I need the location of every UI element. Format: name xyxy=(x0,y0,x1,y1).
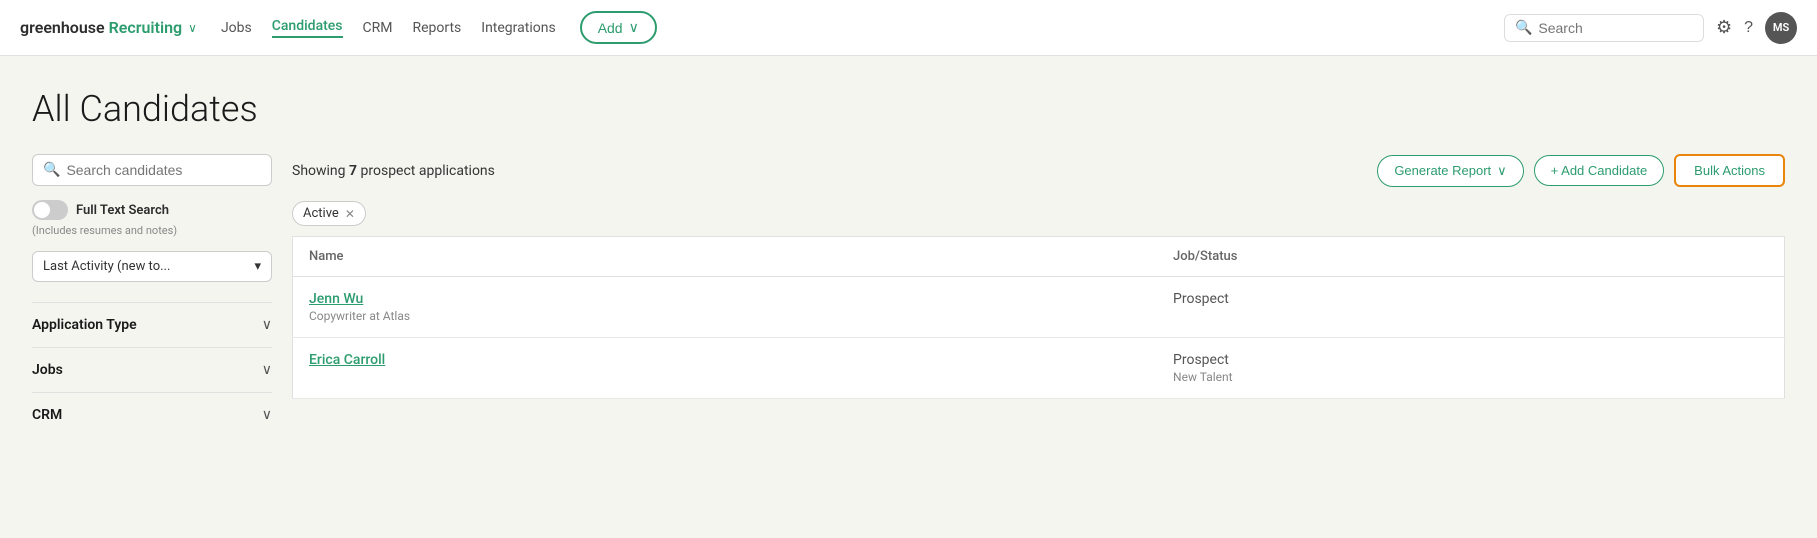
candidates-table: Name Job/Status Jenn Wu Copywriter at At… xyxy=(292,236,1785,399)
search-icon: 🔍 xyxy=(1515,20,1532,36)
filter-application-type: Application Type ∨ xyxy=(32,302,272,347)
filter-jobs-chevron-icon: ∨ xyxy=(262,362,272,378)
add-button[interactable]: Add ∨ xyxy=(580,11,657,44)
nav-crm[interactable]: CRM xyxy=(363,20,393,36)
brand-chevron-icon[interactable]: ∨ xyxy=(188,21,197,35)
col-job-status-header: Job/Status xyxy=(1157,237,1784,277)
content-area: 🔍 Full Text Search (Includes resumes and… xyxy=(32,154,1785,437)
candidate-name-cell: Erica Carroll xyxy=(293,338,1158,399)
candidates-tbody: Jenn Wu Copywriter at Atlas Prospect Eri… xyxy=(293,277,1785,399)
active-filter-remove-icon[interactable]: ✕ xyxy=(345,207,355,221)
sort-chevron-icon: ▾ xyxy=(254,259,261,274)
table-row: Jenn Wu Copywriter at Atlas Prospect xyxy=(293,277,1785,338)
help-icon[interactable]: ? xyxy=(1744,19,1753,37)
nav-links: Jobs Candidates CRM Reports Integrations xyxy=(221,18,556,38)
candidate-name-link[interactable]: Jenn Wu xyxy=(309,291,1141,307)
candidate-sub-label: Copywriter at Atlas xyxy=(309,309,1141,323)
candidate-status-sub: New Talent xyxy=(1173,370,1768,384)
candidate-status-cell: Prospect New Talent xyxy=(1157,338,1784,399)
full-text-sublabel: (Includes resumes and notes) xyxy=(32,224,272,237)
filter-jobs: Jobs ∨ xyxy=(32,347,272,392)
filter-jobs-header[interactable]: Jobs ∨ xyxy=(32,362,272,378)
showing-suffix: prospect applications xyxy=(357,163,495,179)
add-candidate-label: + Add Candidate xyxy=(1551,163,1648,178)
main-content: Showing 7 prospect applications Generate… xyxy=(292,154,1785,437)
global-search-box: 🔍 xyxy=(1504,14,1704,42)
page-content: All Candidates 🔍 Full Text Search (Inclu… xyxy=(0,56,1817,437)
toolbar-actions: Generate Report ∨ + Add Candidate Bulk A… xyxy=(1377,154,1785,187)
sort-select[interactable]: Last Activity (new to... ▾ xyxy=(32,251,272,282)
add-chevron-icon: ∨ xyxy=(629,19,639,36)
filter-crm-label: CRM xyxy=(32,407,62,423)
table-row: Erica Carroll Prospect New Talent xyxy=(293,338,1785,399)
brand-recruiting-text: Recruiting xyxy=(109,18,183,37)
search-candidates-input[interactable] xyxy=(66,162,261,178)
filter-application-type-chevron-icon: ∨ xyxy=(262,317,272,333)
full-text-toggle[interactable] xyxy=(32,200,68,220)
settings-icon[interactable]: ⚙ xyxy=(1716,17,1732,38)
candidate-search-box: 🔍 xyxy=(32,154,272,186)
filter-crm-chevron-icon: ∨ xyxy=(262,407,272,423)
brand-greenhouse-text: greenhouse xyxy=(20,18,105,37)
active-filter-tag: Active ✕ xyxy=(292,201,366,226)
main-toolbar: Showing 7 prospect applications Generate… xyxy=(292,154,1785,187)
bulk-actions-label: Bulk Actions xyxy=(1694,163,1765,178)
add-button-label: Add xyxy=(598,20,623,36)
generate-report-button[interactable]: Generate Report ∨ xyxy=(1377,155,1523,187)
showing-count: 7 xyxy=(349,163,357,179)
nav-candidates[interactable]: Candidates xyxy=(272,18,343,38)
active-filter-tags: Active ✕ xyxy=(292,201,1785,226)
full-text-label: Full Text Search xyxy=(76,203,169,218)
nav-right: 🔍 ⚙ ? MS xyxy=(1504,12,1797,44)
top-navigation: greenhouse Recruiting ∨ Jobs Candidates … xyxy=(0,0,1817,56)
sort-label: Last Activity (new to... xyxy=(43,259,170,274)
search-candidates-icon: 🔍 xyxy=(43,162,60,178)
generate-report-chevron-icon: ∨ xyxy=(1497,163,1507,179)
add-candidate-button[interactable]: + Add Candidate xyxy=(1534,155,1665,186)
nav-jobs[interactable]: Jobs xyxy=(221,20,252,36)
active-filter-tag-label: Active xyxy=(303,206,339,221)
avatar[interactable]: MS xyxy=(1765,12,1797,44)
candidate-status: Prospect xyxy=(1173,291,1768,307)
showing-prefix: Showing xyxy=(292,163,349,179)
brand-logo: greenhouse Recruiting ∨ xyxy=(20,18,197,37)
toggle-knob xyxy=(34,202,50,218)
filter-jobs-label: Jobs xyxy=(32,362,63,378)
filter-application-type-label: Application Type xyxy=(32,317,137,333)
filter-crm: CRM ∨ xyxy=(32,392,272,437)
sidebar: 🔍 Full Text Search (Includes resumes and… xyxy=(32,154,292,437)
filter-application-type-header[interactable]: Application Type ∨ xyxy=(32,317,272,333)
filter-crm-header[interactable]: CRM ∨ xyxy=(32,407,272,423)
showing-text: Showing 7 prospect applications xyxy=(292,163,495,179)
candidate-status-cell: Prospect xyxy=(1157,277,1784,338)
global-search-input[interactable] xyxy=(1538,20,1693,36)
col-name-header: Name xyxy=(293,237,1158,277)
bulk-actions-button[interactable]: Bulk Actions xyxy=(1674,154,1785,187)
table-header-row: Name Job/Status xyxy=(293,237,1785,277)
generate-report-label: Generate Report xyxy=(1394,163,1491,178)
candidate-status: Prospect xyxy=(1173,352,1768,368)
nav-reports[interactable]: Reports xyxy=(412,20,461,36)
candidate-name-cell: Jenn Wu Copywriter at Atlas xyxy=(293,277,1158,338)
nav-integrations[interactable]: Integrations xyxy=(481,20,555,36)
page-title: All Candidates xyxy=(32,88,1785,130)
candidate-name-link[interactable]: Erica Carroll xyxy=(309,352,1141,368)
full-text-search-row: Full Text Search xyxy=(32,200,272,220)
